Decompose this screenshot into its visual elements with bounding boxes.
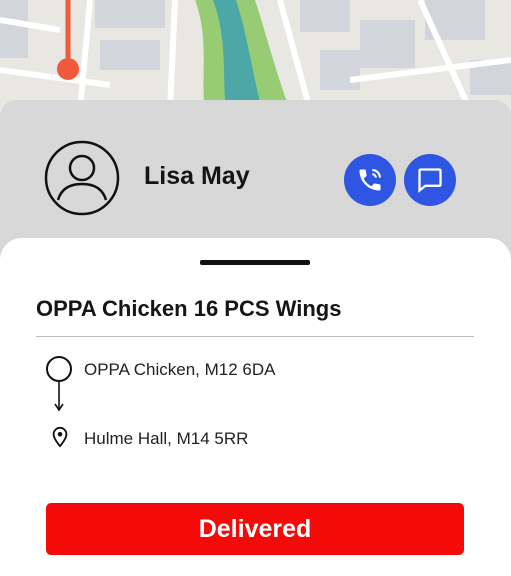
call-button[interactable] [344, 154, 396, 206]
route-start-icon [46, 356, 72, 412]
order-sheet: OPPA Chicken 16 PCS Wings OPPA Chicken, … [0, 238, 511, 576]
chat-bubble-icon [418, 168, 442, 193]
user-circle-icon [44, 140, 120, 216]
pickup-address: OPPA Chicken, M12 6DA [84, 360, 276, 379]
dropoff-address: Hulme Hall, M14 5RR [84, 429, 249, 448]
delivered-button[interactable]: Delivered [46, 503, 464, 555]
order-title: OPPA Chicken 16 PCS Wings [36, 296, 342, 321]
divider [36, 336, 474, 337]
sheet-drag-handle[interactable] [200, 260, 310, 265]
chat-button[interactable] [404, 154, 456, 206]
location-pin-icon [52, 426, 68, 448]
phone-call-icon [359, 169, 381, 191]
driver-name: Lisa May [144, 162, 250, 190]
